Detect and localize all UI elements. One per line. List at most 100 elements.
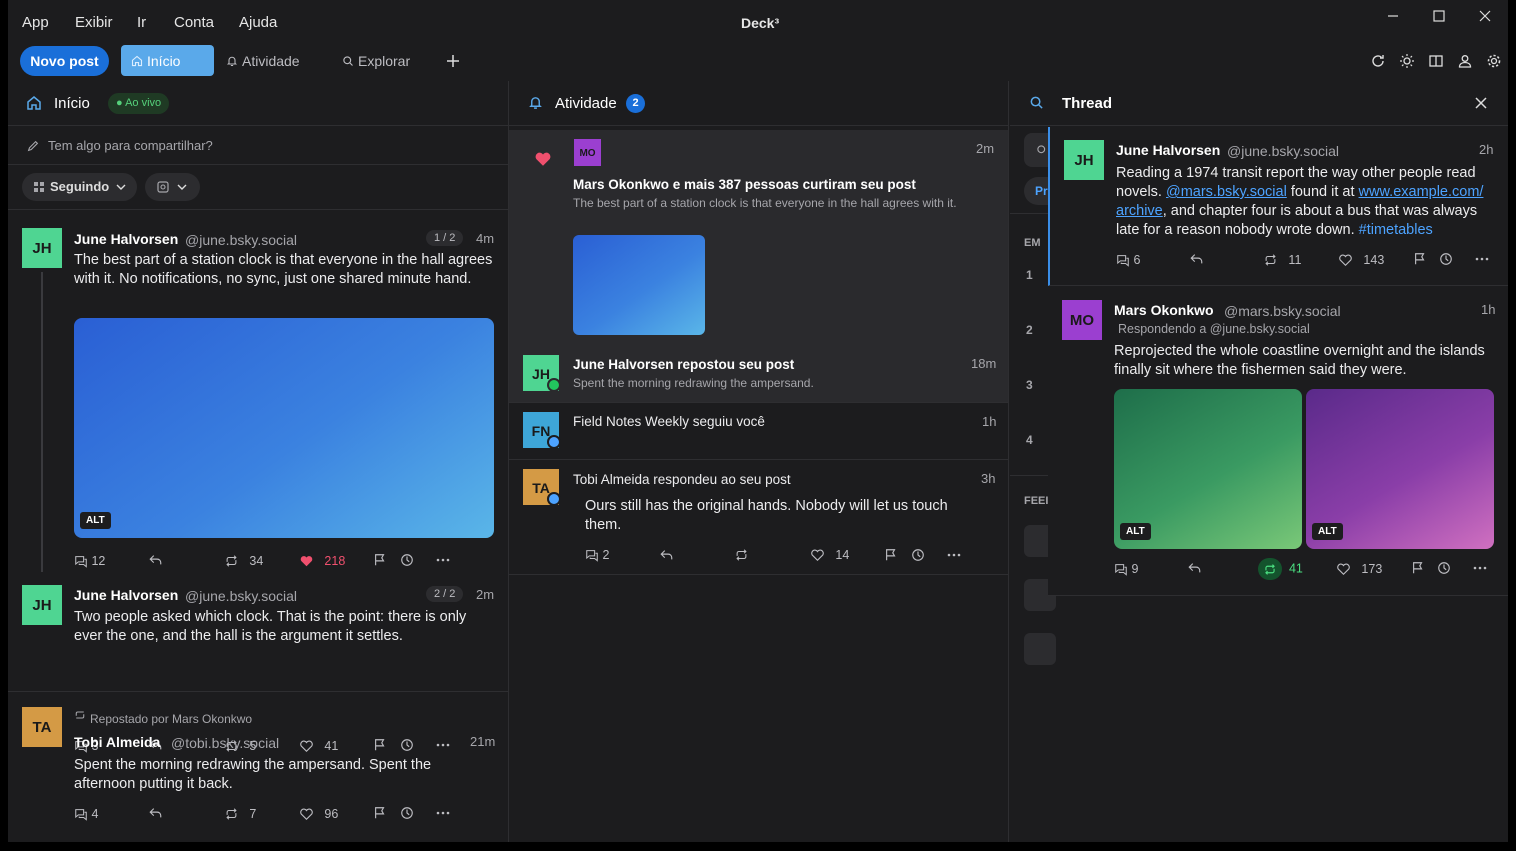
hashtag-link[interactable]: #timetables	[1359, 222, 1433, 238]
post-time[interactable]: 4m	[476, 231, 494, 246]
reply-arrow-icon[interactable]	[1189, 252, 1204, 266]
repost-icon[interactable]	[734, 548, 749, 562]
tab-activity[interactable]: Atividade	[224, 45, 324, 76]
reply-count[interactable]: 9	[1114, 560, 1138, 578]
alt-badge[interactable]: ALT	[1312, 523, 1343, 540]
notification-item[interactable]: TA Tobi Almeida respondeu ao seu post 3h…	[509, 460, 1008, 574]
reply-arrow-icon[interactable]	[1187, 561, 1202, 575]
flag-icon[interactable]	[373, 806, 387, 820]
thread-reply-post[interactable]: MO Mars Okonkwo @mars.bsky.social 1h Res…	[1048, 286, 1508, 596]
author-name[interactable]: June Halvorsen	[74, 231, 178, 247]
close-window-icon[interactable]	[1477, 8, 1493, 24]
repost-count[interactable]: 11	[1263, 251, 1301, 269]
tab-explore[interactable]: Explorar	[340, 45, 430, 76]
more-icon[interactable]	[1475, 257, 1489, 261]
menu-help[interactable]: Ajuda	[239, 14, 277, 31]
reply-count[interactable]: 4	[74, 805, 98, 823]
menu-account[interactable]: Conta	[174, 14, 214, 31]
minimize-icon[interactable]	[1385, 8, 1401, 24]
clock-icon[interactable]	[1439, 252, 1453, 266]
close-icon[interactable]	[1475, 97, 1487, 109]
author-name[interactable]: June Halvorsen	[74, 587, 178, 603]
reply-arrow-icon[interactable]	[148, 553, 163, 567]
avatar[interactable]: MO	[1062, 300, 1102, 340]
post-thumbnail[interactable]	[573, 235, 705, 335]
author-name[interactable]: Mars Okonkwo	[1114, 302, 1214, 318]
thread-root-post[interactable]: JH June Halvorsen @june.bsky.social 2h R…	[1048, 127, 1508, 286]
like-count[interactable]: 143	[1338, 251, 1384, 269]
theme-sun-icon[interactable]	[1399, 53, 1415, 69]
reply-count[interactable]: 2	[585, 546, 609, 564]
tab-home[interactable]: Início	[121, 45, 214, 76]
repost-attribution[interactable]: Repostado por Mars Okonkwo	[90, 712, 252, 726]
post-item[interactable]: JH June Halvorsen @june.bsky.social 1 / …	[8, 210, 508, 572]
author-handle[interactable]: @mars.bsky.social	[1224, 303, 1341, 319]
flag-icon[interactable]	[884, 548, 898, 562]
feed-filter-dropdown[interactable]: Seguindo	[22, 173, 137, 201]
post-time[interactable]: 1h	[1481, 302, 1495, 317]
reply-arrow-icon[interactable]	[659, 548, 674, 562]
post-time[interactable]: 2h	[1479, 142, 1493, 157]
repost-count[interactable]: 7	[224, 805, 256, 823]
feed-list-icon[interactable]	[1024, 633, 1056, 665]
compose-box[interactable]: Tem algo para compartilhar?	[8, 127, 508, 165]
url-link[interactable]: www.example.com/	[1359, 184, 1484, 200]
avatar[interactable]: MO	[573, 138, 602, 167]
author-name[interactable]: June Halvorsen	[1116, 142, 1220, 158]
post-image[interactable]: ALT	[74, 318, 494, 538]
avatar[interactable]: TA	[22, 707, 62, 747]
author-handle[interactable]: @june.bsky.social	[1227, 143, 1339, 159]
add-column-icon[interactable]	[445, 53, 461, 69]
title-bar: App Exibir Ir Conta Ajuda Deck³	[8, 0, 1508, 44]
heart-icon	[300, 808, 313, 821]
post-item[interactable]: JH June Halvorsen @june.bsky.social 2 / …	[8, 567, 508, 691]
alt-badge[interactable]: ALT	[80, 512, 111, 529]
url-link-continued[interactable]: archive	[1116, 203, 1163, 219]
notification-excerpt: The best part of a station clock is that…	[573, 196, 957, 210]
columns-icon[interactable]	[1428, 53, 1444, 69]
more-icon[interactable]	[436, 558, 450, 562]
post-time[interactable]: 2m	[476, 587, 494, 602]
notification-item[interactable]: FN Field Notes Weekly seguiu você 1h	[509, 403, 1008, 459]
reply-arrow-icon[interactable]	[148, 806, 163, 820]
author-handle[interactable]: @tobi.bsky.social	[171, 735, 279, 751]
clock-icon[interactable]	[911, 548, 925, 562]
flag-icon[interactable]	[1413, 252, 1427, 266]
maximize-icon[interactable]	[1431, 8, 1447, 24]
more-icon[interactable]	[947, 553, 961, 557]
menu-view[interactable]: Exibir	[75, 14, 113, 31]
post-image[interactable]: ALT	[1114, 389, 1302, 549]
like-count[interactable]: 14	[810, 546, 849, 564]
post-time[interactable]: 21m	[470, 734, 495, 749]
author-handle[interactable]: @june.bsky.social	[185, 588, 297, 604]
clock-icon[interactable]	[1437, 561, 1451, 575]
alt-badge[interactable]: ALT	[1120, 523, 1151, 540]
media-filter-dropdown[interactable]	[145, 173, 200, 201]
author-handle[interactable]: @june.bsky.social	[185, 232, 297, 248]
new-post-button[interactable]: Novo post	[20, 46, 109, 76]
settings-gear-icon[interactable]	[1486, 53, 1502, 69]
notification-item[interactable]: MO 2m Mars Okonkwo e mais 387 pessoas cu…	[509, 130, 1008, 402]
repost-count-active[interactable]: 41	[1258, 558, 1303, 580]
reply-count[interactable]: 6	[1116, 251, 1140, 269]
author-name[interactable]: Tobi Almeida	[74, 734, 160, 750]
menu-app[interactable]: App	[22, 14, 49, 31]
replying-to[interactable]: Respondendo a @june.bsky.social	[1118, 322, 1310, 336]
post-image[interactable]: ALT	[1306, 389, 1494, 549]
avatar[interactable]: JH	[1064, 140, 1104, 180]
like-count[interactable]: 96	[299, 805, 338, 823]
refresh-icon[interactable]	[1370, 53, 1386, 69]
underlying-search-column: Pr EM 1 2 3 4 FEEI	[1010, 127, 1064, 842]
menu-go[interactable]: Ir	[137, 14, 146, 31]
clock-icon[interactable]	[400, 806, 414, 820]
account-icon[interactable]	[1457, 53, 1473, 69]
clock-icon[interactable]	[400, 553, 414, 567]
avatar[interactable]: JH	[22, 585, 62, 625]
like-count[interactable]: 173	[1336, 560, 1382, 578]
more-icon[interactable]	[436, 811, 450, 815]
avatar[interactable]: JH	[22, 228, 62, 268]
mention-link[interactable]: @mars.bsky.social	[1166, 184, 1287, 200]
flag-icon[interactable]	[1411, 561, 1425, 575]
more-icon[interactable]	[1473, 566, 1487, 570]
flag-icon[interactable]	[373, 553, 387, 567]
